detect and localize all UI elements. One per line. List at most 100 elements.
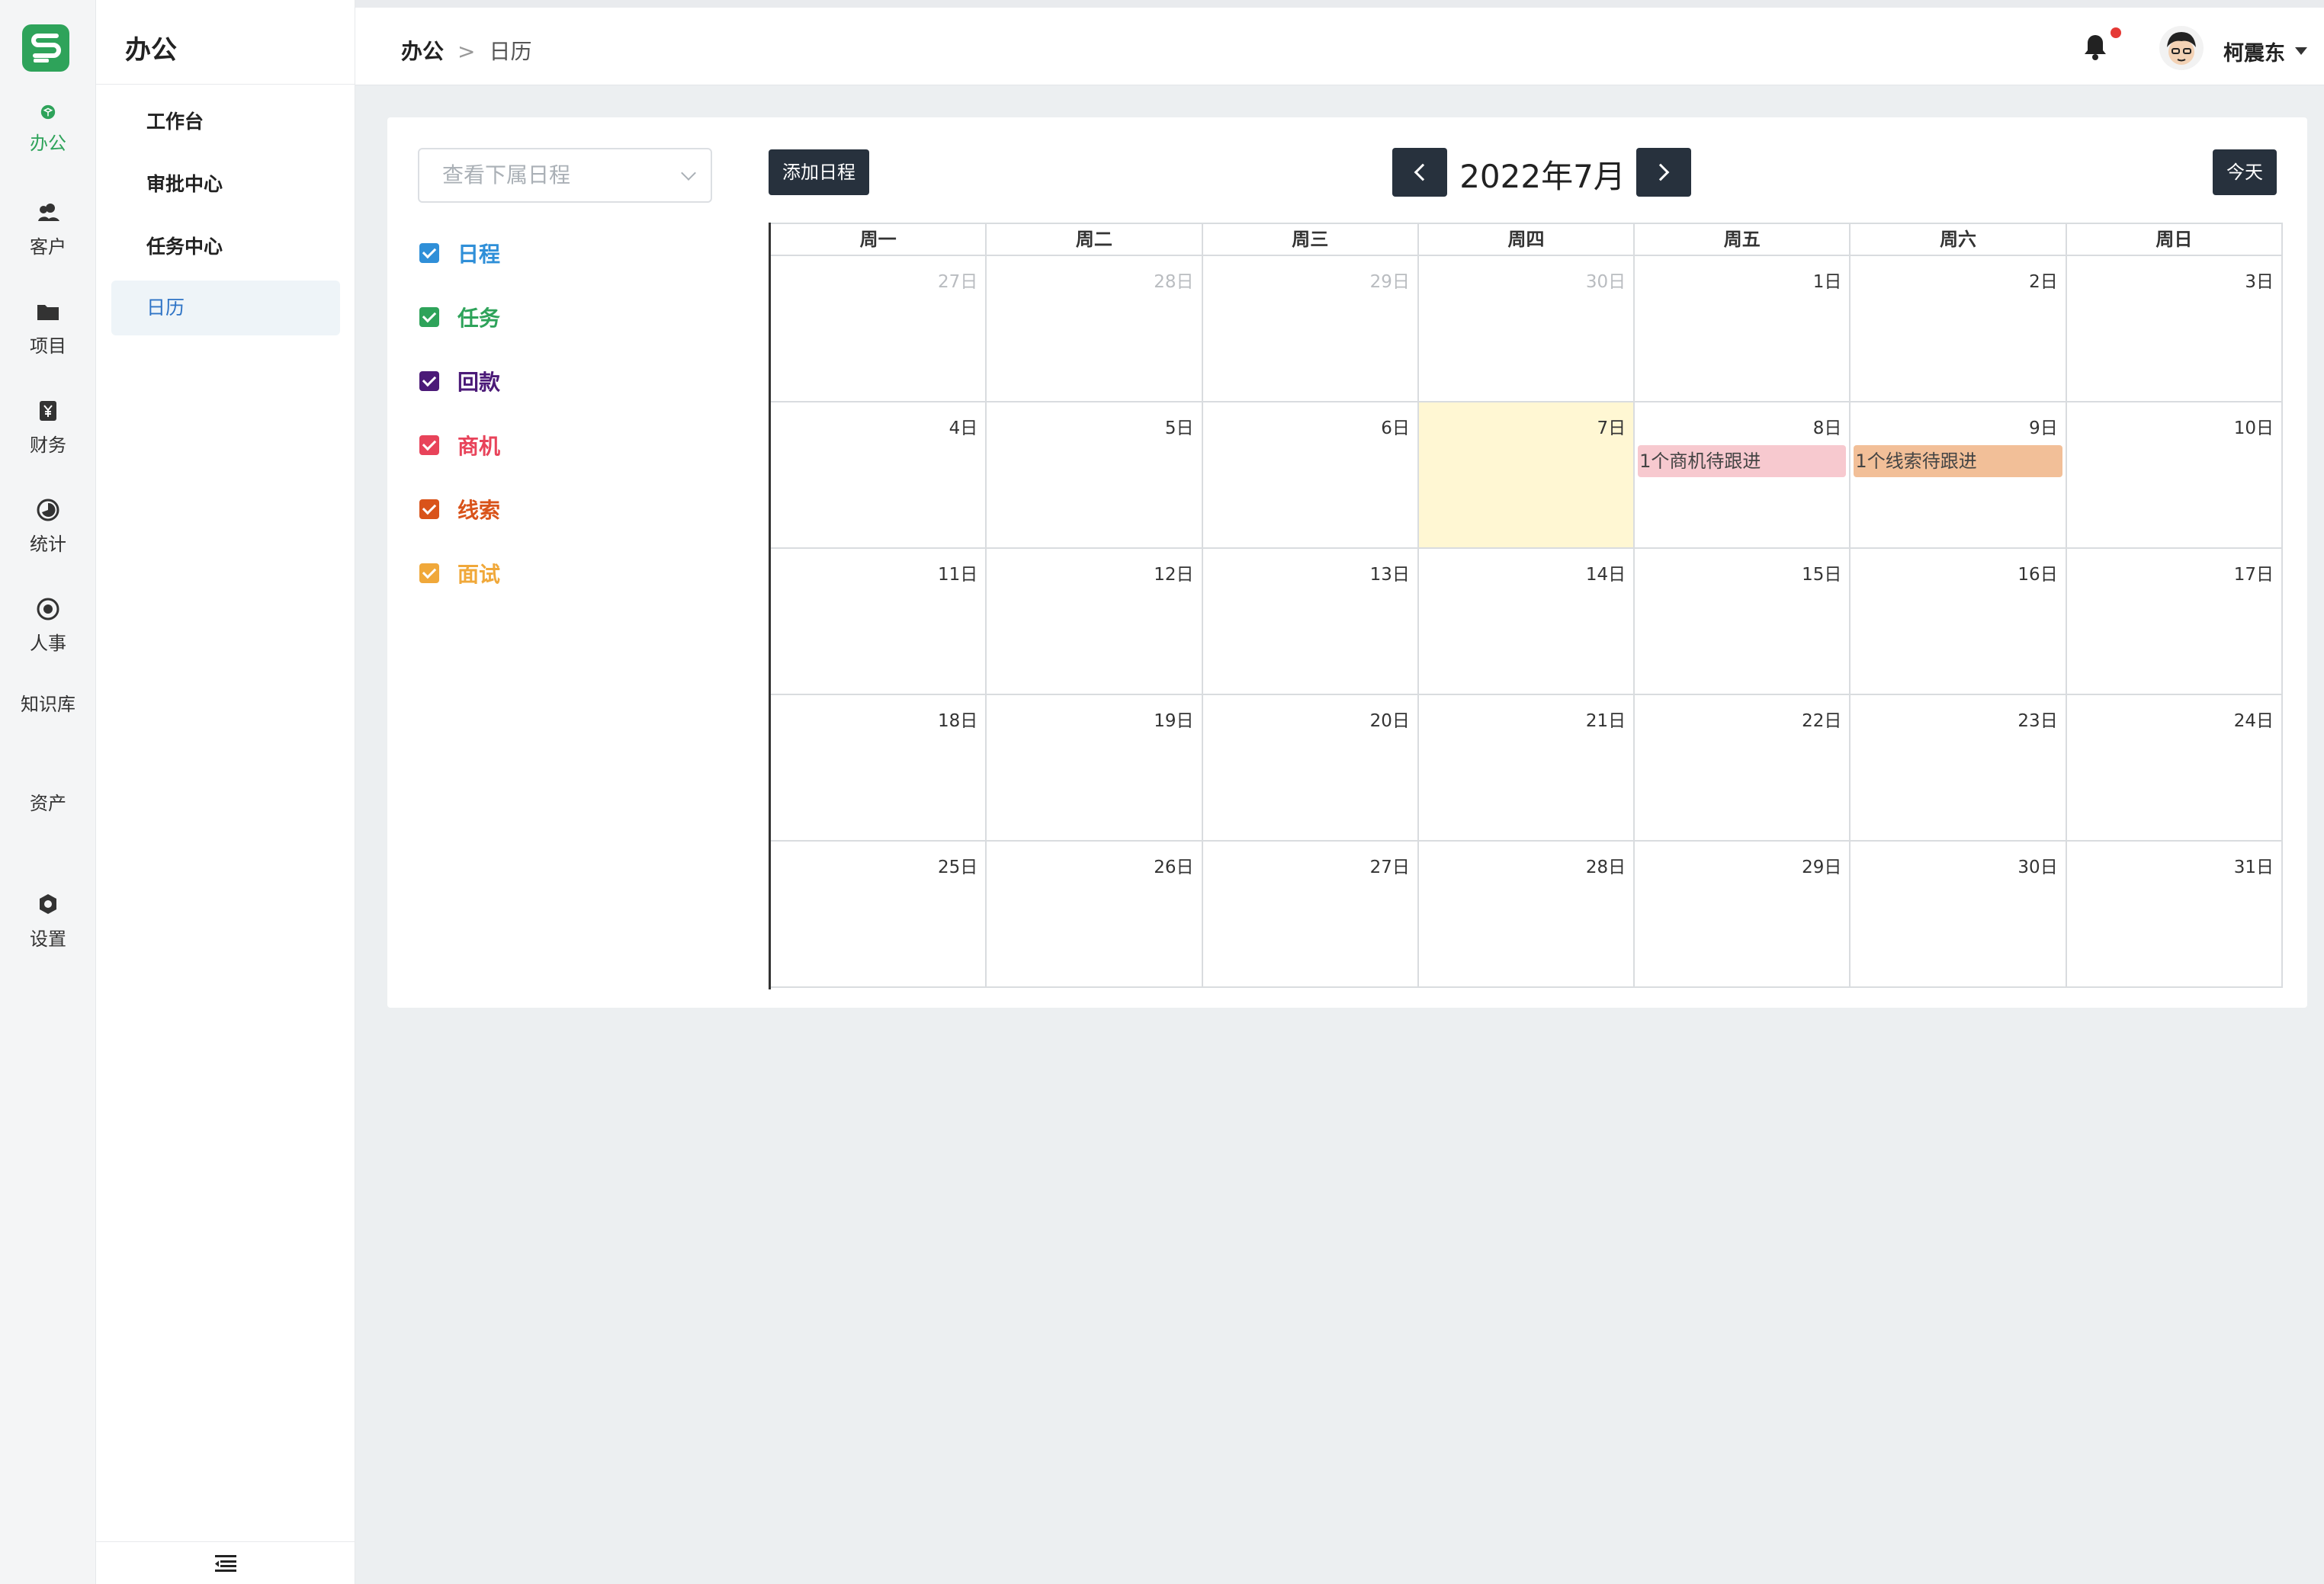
notification-dot [2111, 27, 2121, 38]
cube-icon [40, 104, 56, 120]
day-number: 8日 [1812, 418, 1842, 438]
day-number: 22日 [1802, 711, 1842, 731]
rail-label: 设置 [30, 928, 66, 950]
username[interactable]: 柯震东 [2223, 37, 2285, 66]
day-cell[interactable]: 21日 [1418, 695, 1635, 842]
day-cell[interactable]: 9日 1个线索待跟进 [1851, 402, 2067, 549]
day-cell[interactable]: 30日 [1418, 256, 1635, 402]
today-button[interactable]: 今天 [2213, 149, 2277, 195]
breadcrumb-office[interactable]: 办公 [401, 39, 444, 64]
day-number: 14日 [1585, 565, 1626, 585]
day-cell[interactable]: 10日 [2066, 402, 2283, 549]
bell-icon[interactable] [2080, 30, 2111, 64]
rail-item-projects[interactable]: 项目 [0, 299, 96, 358]
day-cell[interactable]: 20日 [1202, 695, 1419, 842]
day-cell-today[interactable]: 7日 [1418, 402, 1635, 549]
submenu-item-calendar[interactable]: 日历 [111, 281, 340, 335]
day-cell[interactable]: 31日 [2066, 842, 2283, 988]
rail-item-knowledge[interactable]: 知识库 [0, 689, 96, 716]
rail-label: 项目 [30, 335, 66, 357]
day-cell[interactable]: 29日 [1202, 256, 1419, 402]
day-cell[interactable]: 2日 [1851, 256, 2067, 402]
day-cell[interactable]: 26日 [987, 842, 1203, 988]
app-logo[interactable] [22, 24, 69, 72]
day-cell[interactable]: 13日 [1202, 549, 1419, 695]
collapse-menu-button[interactable] [96, 1541, 355, 1584]
legend-item[interactable]: 回款 [419, 366, 500, 396]
prev-month-button[interactable] [1392, 148, 1447, 197]
day-cell[interactable]: 28日 [987, 256, 1203, 402]
day-number: 17日 [2233, 565, 2274, 585]
rail-item-office[interactable]: 办公 [0, 102, 96, 155]
legend-item[interactable]: 线索 [419, 494, 500, 524]
legend-item[interactable]: 日程 [419, 238, 500, 268]
gear-icon [40, 894, 56, 914]
day-cell[interactable]: 25日 [771, 842, 987, 988]
checkbox-checked-icon[interactable] [419, 435, 439, 455]
chevron-down-icon[interactable] [2295, 47, 2307, 55]
submenu-item-tasks[interactable]: 任务中心 [111, 220, 340, 274]
day-number: 7日 [1597, 418, 1626, 438]
legend-item[interactable]: 商机 [419, 430, 500, 460]
checkbox-checked-icon[interactable] [419, 243, 439, 263]
day-cell[interactable]: 8日 1个商机待跟进 [1635, 402, 1851, 549]
day-cell[interactable]: 16日 [1851, 549, 2067, 695]
day-number: 25日 [938, 858, 978, 877]
day-cell[interactable]: 22日 [1635, 695, 1851, 842]
weekday-label: 周三 [1203, 224, 1419, 255]
subordinate-schedule-select[interactable]: 查看下属日程 [418, 148, 712, 203]
day-cell[interactable]: 11日 [771, 549, 987, 695]
yen-icon [40, 401, 56, 421]
day-number: 6日 [1381, 418, 1410, 438]
add-schedule-button[interactable]: 添加日程 [769, 149, 869, 195]
day-number: 19日 [1154, 711, 1194, 731]
select-placeholder: 查看下属日程 [442, 162, 571, 188]
rail-item-finance[interactable]: 财务 [0, 398, 96, 457]
checkbox-checked-icon[interactable] [419, 371, 439, 391]
day-number: 18日 [938, 711, 978, 731]
day-cell[interactable]: 29日 [1635, 842, 1851, 988]
next-month-button[interactable] [1636, 148, 1691, 197]
day-cell[interactable]: 27日 [771, 256, 987, 402]
rail-item-settings[interactable]: 设置 [0, 892, 96, 951]
submenu-item-approval[interactable]: 审批中心 [111, 157, 340, 212]
checkbox-checked-icon[interactable] [419, 563, 439, 583]
rail-item-customers[interactable]: 客户 [0, 200, 96, 258]
day-cell[interactable]: 19日 [987, 695, 1203, 842]
day-cell[interactable]: 12日 [987, 549, 1203, 695]
day-number: 24日 [2233, 711, 2274, 731]
legend-item[interactable]: 任务 [419, 302, 500, 332]
rail-item-hr[interactable]: 人事 [0, 596, 96, 655]
calendar-event[interactable]: 1个商机待跟进 [1638, 445, 1847, 477]
day-cell[interactable]: 14日 [1418, 549, 1635, 695]
rail-item-statistics[interactable]: 统计 [0, 497, 96, 556]
day-number: 13日 [1369, 565, 1410, 585]
calendar-event[interactable]: 1个线索待跟进 [1854, 445, 2062, 477]
day-cell[interactable]: 5日 [987, 402, 1203, 549]
day-number: 2日 [2029, 272, 2058, 292]
day-cell[interactable]: 15日 [1635, 549, 1851, 695]
day-number: 31日 [2233, 858, 2274, 877]
submenu-item-workbench[interactable]: 工作台 [111, 95, 340, 149]
day-cell[interactable]: 1日 [1635, 256, 1851, 402]
checkbox-checked-icon[interactable] [419, 307, 439, 327]
checkbox-checked-icon[interactable] [419, 499, 439, 519]
rail-label: 知识库 [21, 694, 75, 715]
rail-label: 资产 [30, 793, 66, 814]
day-cell[interactable]: 4日 [771, 402, 987, 549]
day-cell[interactable]: 27日 [1202, 842, 1419, 988]
day-cell[interactable]: 28日 [1418, 842, 1635, 988]
avatar[interactable] [2159, 26, 2204, 70]
weekday-header: 周一 周二 周三 周四 周五 周六 周日 [771, 223, 2283, 256]
day-cell[interactable]: 3日 [2066, 256, 2283, 402]
day-cell[interactable]: 17日 [2066, 549, 2283, 695]
day-cell[interactable]: 6日 [1202, 402, 1419, 549]
day-cell[interactable]: 23日 [1851, 695, 2067, 842]
avatar-face-icon [2167, 32, 2196, 65]
rail-item-assets[interactable]: 资产 [0, 788, 96, 815]
day-cell[interactable]: 30日 [1851, 842, 2067, 988]
day-cell[interactable]: 18日 [771, 695, 987, 842]
day-cell[interactable]: 24日 [2066, 695, 2283, 842]
legend-item[interactable]: 面试 [419, 558, 500, 588]
day-number: 1日 [1812, 272, 1842, 292]
